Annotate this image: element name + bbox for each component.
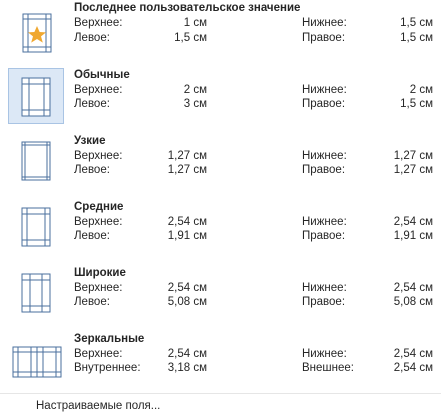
bottom-margin-label: Нижнее: [302,17,347,29]
custom-margins-star-icon [8,4,64,60]
bottom-margin-label: Нижнее: [302,216,347,228]
margin-preset-mirrored[interactable]: Зеркальные Верхнее: 2,54 см Внутреннее: … [0,330,441,390]
bottom-margin-label: Нижнее: [302,282,347,294]
outside-margin-value: 2,54 см [393,362,433,374]
top-margin-label: Верхнее: [74,150,123,162]
left-margin-label: Левое: [74,98,110,110]
bottom-margin-value: 1,5 см [400,17,433,29]
right-margin-label: Правое: [302,32,346,44]
top-margin-value: 2,54 см [167,216,207,228]
right-margin-value: 1,5 см [400,32,433,44]
right-margin-value: 1,5 см [400,98,433,110]
bottom-margin-value: 1,27 см [393,150,433,162]
right-margin-value: 1,27 см [393,164,433,176]
top-margin-label: Верхнее: [74,84,123,96]
left-margin-value: 1,91 см [167,230,207,242]
right-margin-label: Правое: [302,230,346,242]
wide-margins-icon [8,266,64,322]
top-margin-label: Верхнее: [74,348,123,360]
left-margin-label: Левое: [74,164,110,176]
left-margin-label: Левое: [74,230,110,242]
margin-preset-wide[interactable]: Широкие Верхнее: 2,54 см Левое: 5,08 см … [0,264,441,324]
left-margin-value: 1,27 см [167,164,207,176]
inside-margin-label: Внутреннее: [74,362,141,374]
top-margin-value: 2,54 см [167,282,207,294]
preset-name: Последнее пользовательское значение [74,2,301,14]
right-margin-value: 5,08 см [393,296,433,308]
margin-preset-normal[interactable]: Обычные Верхнее: 2 см Левое: 3 см Нижнее… [0,66,441,126]
left-margin-value: 3 см [183,98,207,110]
preset-name: Обычные [74,69,130,81]
top-margin-label: Верхнее: [74,216,123,228]
preset-name: Узкие [74,135,106,147]
top-margin-label: Верхнее: [74,282,123,294]
left-margin-label: Левое: [74,296,110,308]
left-margin-value: 5,08 см [167,296,207,308]
bottom-margin-value: 2,54 см [393,282,433,294]
top-margin-value: 2 см [183,84,207,96]
moderate-margins-icon [8,200,64,256]
bottom-margin-value: 2,54 см [393,348,433,360]
top-margin-value: 2,54 см [167,348,207,360]
custom-margins-menu-item[interactable]: Настраиваемые поля... [0,393,441,413]
preset-name: Широкие [74,267,126,279]
bottom-margin-value: 2,54 см [393,216,433,228]
normal-margins-icon [8,68,64,124]
top-margin-value: 1,27 см [167,150,207,162]
right-margin-value: 1,91 см [393,230,433,242]
bottom-margin-label: Нижнее: [302,84,347,96]
margin-preset-moderate[interactable]: Средние Верхнее: 2,54 см Левое: 1,91 см … [0,198,441,258]
left-margin-label: Левое: [74,32,110,44]
mirrored-margins-icon [8,332,64,388]
margin-preset-narrow[interactable]: Узкие Верхнее: 1,27 см Левое: 1,27 см Ни… [0,132,441,192]
top-margin-value: 1 см [183,17,207,29]
preset-name: Средние [74,201,124,213]
bottom-margin-label: Нижнее: [302,348,347,360]
preset-name: Зеркальные [74,333,145,345]
top-margin-label: Верхнее: [74,17,123,29]
narrow-margins-icon [8,134,64,190]
margin-preset-last-custom[interactable]: Последнее пользовательское значение Верх… [0,2,441,62]
right-margin-label: Правое: [302,98,346,110]
inside-margin-value: 3,18 см [167,362,207,374]
bottom-margin-label: Нижнее: [302,150,347,162]
custom-margins-label: Настраиваемые поля... [36,400,161,412]
left-margin-value: 1,5 см [174,32,207,44]
margins-dropdown-menu: Последнее пользовательское значение Верх… [0,0,441,413]
bottom-margin-value: 2 см [409,84,433,96]
right-margin-label: Правое: [302,164,346,176]
outside-margin-label: Внешнее: [302,362,354,374]
right-margin-label: Правое: [302,296,346,308]
